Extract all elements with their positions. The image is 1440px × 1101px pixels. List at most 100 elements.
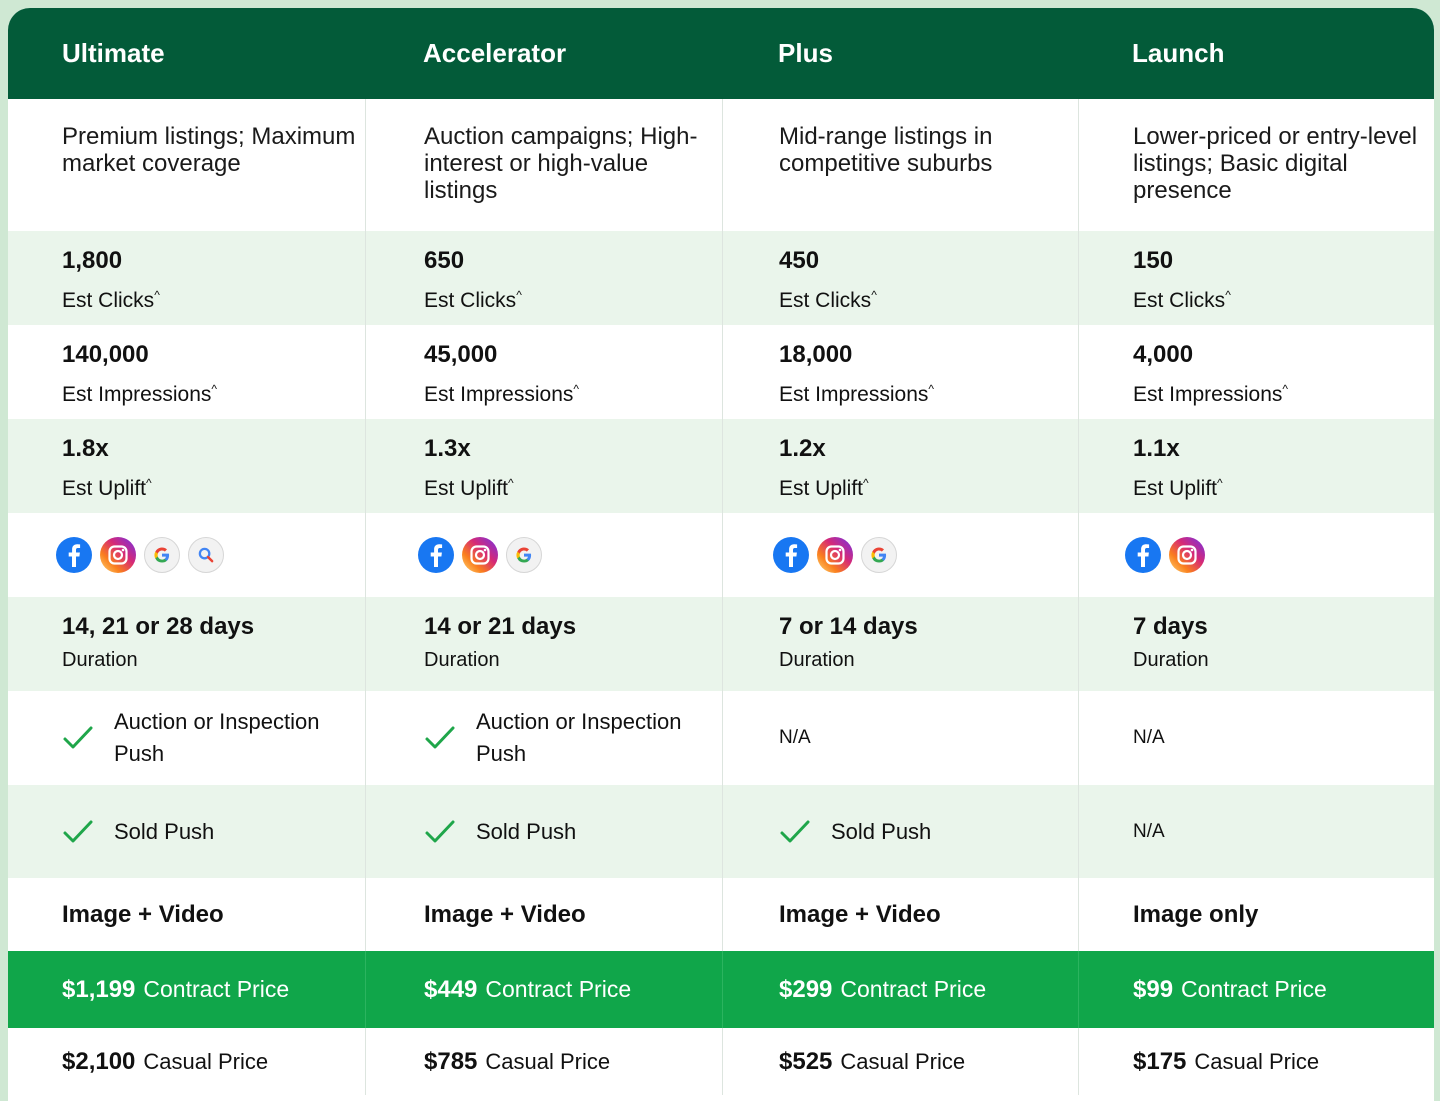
est-impressions-value: 140,000 — [62, 341, 149, 368]
plan-description: Mid-range listings in competitive suburb… — [722, 99, 1078, 231]
est-impressions-label: Est Impressions^ — [62, 371, 365, 413]
auction-push-cell: Auction or Inspection Push — [8, 691, 365, 785]
footnote-mark: ^ — [863, 476, 869, 490]
instagram-icon — [100, 537, 136, 573]
casual-price-cell: $175 Casual Price — [1078, 1028, 1434, 1095]
est-uplift-label: Est Uplift^ — [62, 465, 365, 507]
plan-header-1: Ultimate — [8, 8, 365, 99]
est-uplift-value: 1.8x — [62, 435, 109, 462]
plan-header-4: Launch — [1078, 8, 1434, 99]
auction-push-cell: N/A — [1078, 691, 1434, 785]
contract-price-label: Contract Price — [840, 976, 987, 1002]
contract-price-value: $1,199 — [62, 975, 136, 1003]
est-impressions-cell: 45,000 Est Impressions^ — [365, 325, 722, 419]
casual-price-label: Casual Price — [1194, 1048, 1320, 1074]
footnote-mark: ^ — [1217, 476, 1223, 490]
media-text: Image + Video — [424, 900, 586, 928]
duration-label: Duration — [1133, 649, 1209, 671]
casual-price-label: Casual Price — [485, 1048, 611, 1074]
est-impressions-label-text: Est Impressions — [424, 383, 574, 406]
sold-push-text: Sold Push — [831, 818, 932, 844]
contract-price-cell: $449 Contract Price — [365, 951, 722, 1028]
casual-price-label: Casual Price — [143, 1048, 269, 1074]
duration-label: Duration — [779, 649, 855, 671]
est-uplift-value: 1.1x — [1133, 435, 1180, 462]
auction-push-text: Auction or Inspection Push — [114, 709, 320, 766]
media-type: Image + Video — [722, 878, 1078, 951]
media-type: Image + Video — [365, 878, 722, 951]
footnote-mark: ^ — [146, 476, 152, 490]
duration-value: 7 or 14 days — [779, 613, 918, 640]
footnote-mark: ^ — [508, 476, 514, 490]
est-impressions-label: Est Impressions^ — [1133, 371, 1434, 413]
check-icon — [62, 724, 94, 752]
est-impressions-label-text: Est Impressions — [779, 383, 929, 406]
duration-value: 14 or 21 days — [424, 613, 577, 640]
pricing-table: Ultimate Accelerator Plus Launch Premium lis… — [8, 8, 1434, 1101]
est-impressions-cell: 18,000 Est Impressions^ — [722, 325, 1078, 419]
est-impressions-label: Est Impressions^ — [424, 371, 722, 413]
media-type: Image + Video — [8, 878, 365, 951]
duration-value: 7 days — [1133, 613, 1208, 640]
facebook-icon — [1125, 537, 1161, 573]
est-uplift-cell: 1.8x Est Uplift^ — [8, 419, 365, 513]
casual-price-cell: $525 Casual Price — [722, 1028, 1078, 1095]
not-applicable: N/A — [779, 727, 811, 748]
footnote-mark: ^ — [1225, 288, 1231, 302]
duration-cell: 14, 21 or 28 days Duration — [8, 597, 365, 691]
duration-value: 14, 21 or 28 days — [62, 613, 255, 640]
check-icon — [62, 818, 94, 846]
contract-price-label: Contract Price — [485, 976, 632, 1002]
est-clicks-label-text: Est Clicks — [779, 289, 872, 312]
footnote-mark: ^ — [871, 288, 877, 302]
footnote-mark: ^ — [1282, 382, 1289, 396]
casual-price-value: $2,100 — [62, 1047, 136, 1075]
est-clicks-cell: 150 Est Clicks^ — [1078, 231, 1434, 325]
contract-price-label: Contract Price — [1181, 976, 1327, 1002]
est-clicks-value: 450 — [779, 247, 820, 274]
duration-label: Duration — [62, 649, 138, 671]
sold-push-cell: N/A — [1078, 785, 1434, 878]
est-uplift-cell: 1.3x Est Uplift^ — [365, 419, 722, 513]
auction-push-cell: N/A — [722, 691, 1078, 785]
auction-push-text: Auction or Inspection Push — [476, 709, 682, 766]
google-icon — [144, 537, 180, 573]
footnote-mark: ^ — [516, 288, 522, 302]
est-impressions-value: 18,000 — [779, 341, 853, 368]
pricing-grid: Ultimate Accelerator Plus Launch Premium lis… — [8, 8, 1434, 1095]
casual-price-cell: $2,100 Casual Price — [8, 1028, 365, 1095]
facebook-icon — [56, 537, 92, 573]
est-clicks-label-text: Est Clicks — [424, 289, 517, 312]
sold-push-cell: Sold Push — [8, 785, 365, 878]
est-uplift-label: Est Uplift^ — [424, 465, 722, 507]
google-icon — [861, 537, 897, 573]
media-text: Image only — [1133, 900, 1259, 928]
sold-push-text: Sold Push — [114, 818, 215, 844]
casual-price-value: $525 — [779, 1047, 833, 1075]
est-clicks-label: Est Clicks^ — [62, 277, 365, 319]
est-impressions-value: 45,000 — [424, 341, 498, 368]
sold-push-cell: Sold Push — [365, 785, 722, 878]
plan-description: Lower-priced or entry-level listings; Ba… — [1078, 99, 1434, 231]
check-icon — [779, 818, 811, 846]
est-uplift-cell: 1.2x Est Uplift^ — [722, 419, 1078, 513]
est-clicks-label: Est Clicks^ — [779, 277, 1078, 319]
est-clicks-cell: 650 Est Clicks^ — [365, 231, 722, 325]
sold-push-cell: Sold Push — [722, 785, 1078, 878]
plan-name: Ultimate — [62, 38, 165, 68]
contract-price-cell: $299 Contract Price — [722, 951, 1078, 1028]
est-clicks-value: 1,800 — [62, 247, 123, 274]
footnote-mark: ^ — [211, 382, 218, 396]
channel-icons — [1078, 513, 1434, 597]
channel-icons — [722, 513, 1078, 597]
est-uplift-value: 1.2x — [779, 435, 826, 462]
check-icon — [424, 818, 456, 846]
media-type: Image only — [1078, 878, 1434, 951]
est-clicks-cell: 450 Est Clicks^ — [722, 231, 1078, 325]
search-icon — [188, 537, 224, 573]
est-uplift-label-text: Est Uplift — [1133, 477, 1218, 500]
plan-description: Auction campaigns; High-interest or high… — [365, 99, 722, 231]
est-clicks-value: 150 — [1133, 247, 1174, 274]
plan-name: Launch — [1132, 38, 1225, 68]
casual-price-value: $175 — [1133, 1047, 1187, 1075]
